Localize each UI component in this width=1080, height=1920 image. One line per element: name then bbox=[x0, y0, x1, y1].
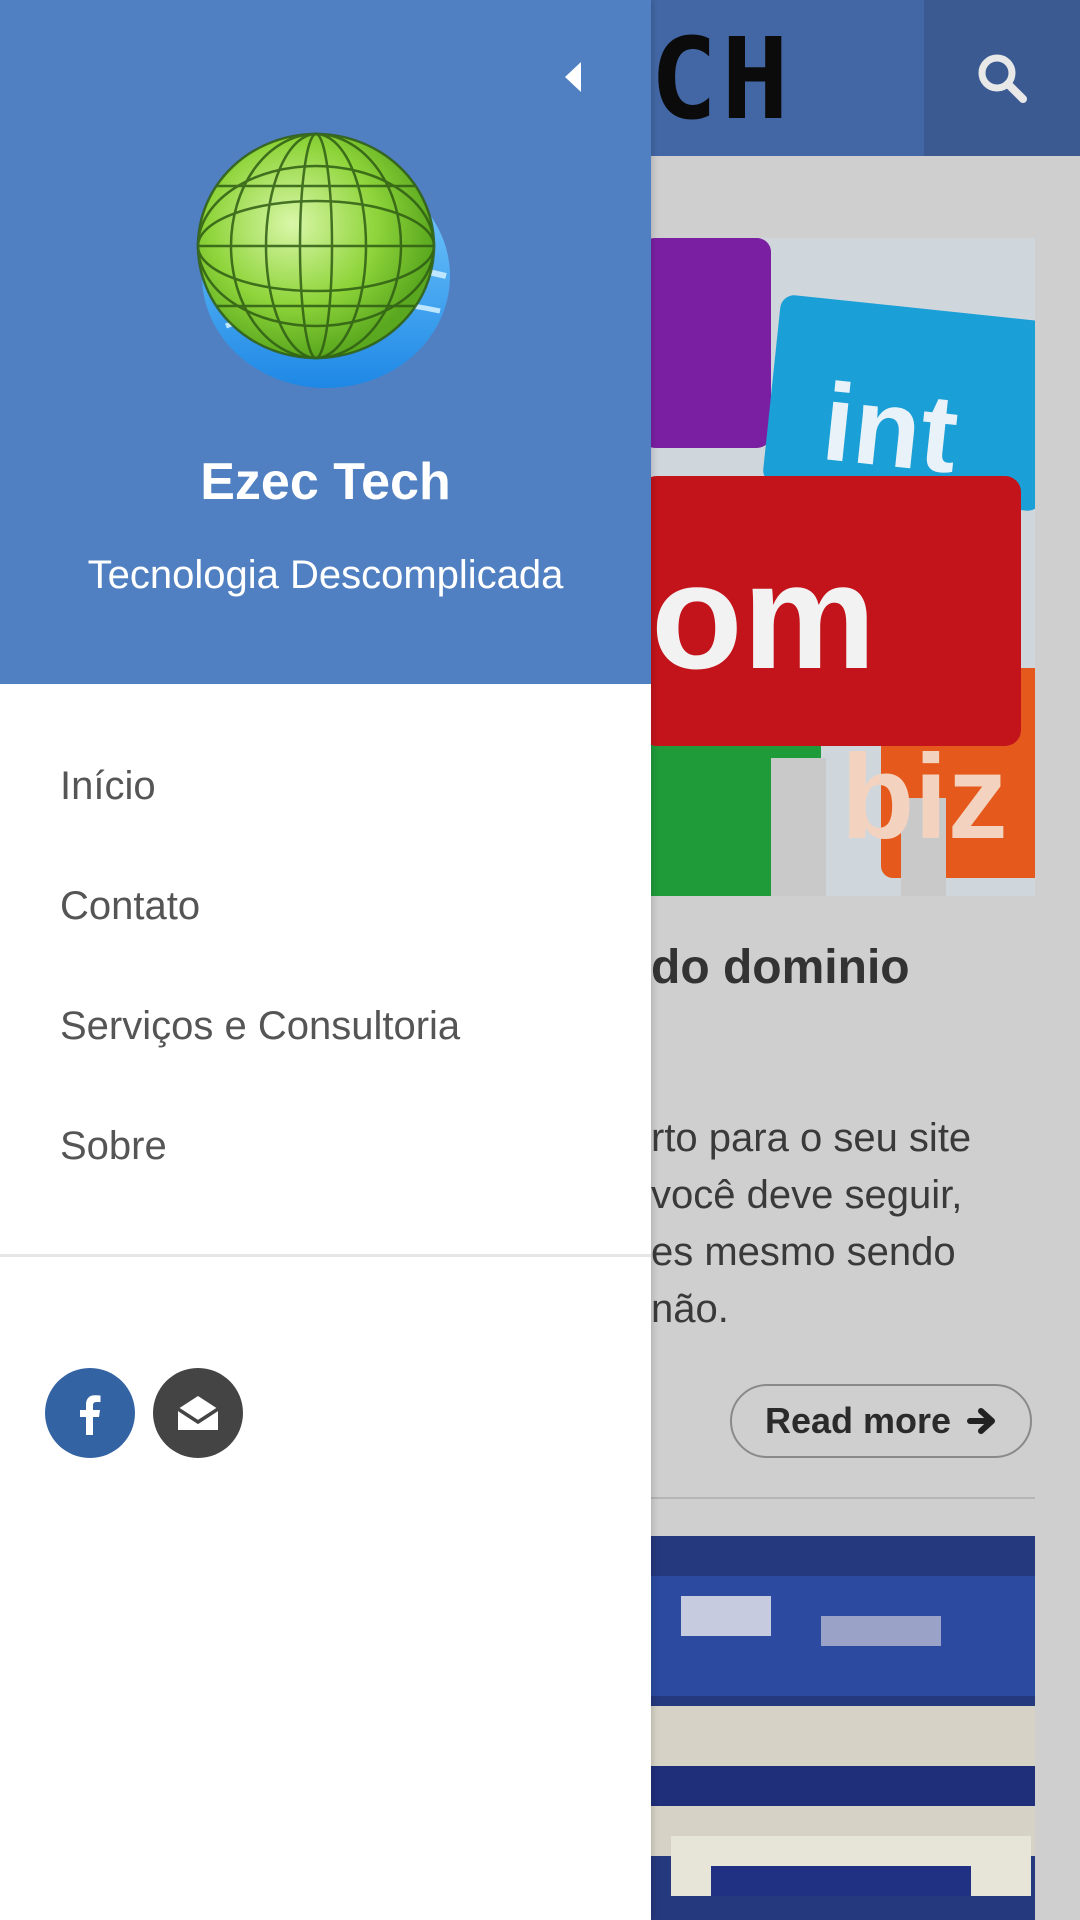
email-icon bbox=[177, 1396, 219, 1430]
excerpt-line: não. bbox=[651, 1287, 729, 1331]
globe-icon bbox=[196, 132, 450, 388]
site-tagline: Tecnologia Descomplicada bbox=[87, 553, 564, 597]
menu-item-inicio[interactable]: Início bbox=[0, 726, 651, 846]
facebook-button[interactable] bbox=[45, 1368, 135, 1458]
excerpt-line: es mesmo sendo bbox=[651, 1230, 956, 1274]
excerpt-line: rto para o seu site bbox=[651, 1116, 972, 1160]
navigation-drawer: Ezec Tech Tecnologia Descomplicada Iníci… bbox=[0, 0, 651, 1920]
post-excerpt: rto para o seu site você deve seguir, es… bbox=[651, 1110, 1071, 1338]
facebook-icon bbox=[80, 1395, 101, 1435]
site-logo-text: CH bbox=[650, 15, 793, 145]
menu-item-servicos[interactable]: Serviços e Consultoria bbox=[0, 966, 651, 1086]
excerpt-line: você deve seguir, bbox=[651, 1173, 963, 1217]
search-icon bbox=[978, 54, 1027, 103]
close-drawer-button[interactable] bbox=[548, 52, 598, 102]
read-more-label: Read more bbox=[764, 1400, 952, 1441]
site-name: Ezec Tech bbox=[200, 453, 451, 511]
svg-text:om: om bbox=[651, 532, 876, 700]
post-photo bbox=[651, 1536, 1035, 1920]
post-featured-image-2[interactable] bbox=[651, 1536, 1035, 1920]
caret-left-icon bbox=[565, 62, 581, 92]
post-title[interactable]: do dominio bbox=[651, 940, 910, 995]
menu-item-sobre[interactable]: Sobre bbox=[0, 1086, 651, 1206]
email-button[interactable] bbox=[153, 1368, 243, 1458]
post-featured-image[interactable]: int om biz bbox=[651, 238, 1035, 896]
search-button[interactable] bbox=[924, 0, 1080, 156]
arrow-right-icon bbox=[967, 1408, 996, 1434]
drawer-header: Ezec Tech Tecnologia Descomplicada bbox=[0, 0, 651, 684]
read-more-button[interactable]: Read more bbox=[730, 1384, 1032, 1458]
svg-text:biz: biz bbox=[841, 730, 1008, 864]
domain-signs-illustration: int om biz bbox=[651, 238, 1035, 896]
drawer-menu: Início Contato Serviços e Consultoria So… bbox=[0, 726, 651, 1206]
drawer-divider bbox=[0, 1254, 651, 1257]
post-divider bbox=[651, 1497, 1035, 1499]
menu-item-contato[interactable]: Contato bbox=[0, 846, 651, 966]
